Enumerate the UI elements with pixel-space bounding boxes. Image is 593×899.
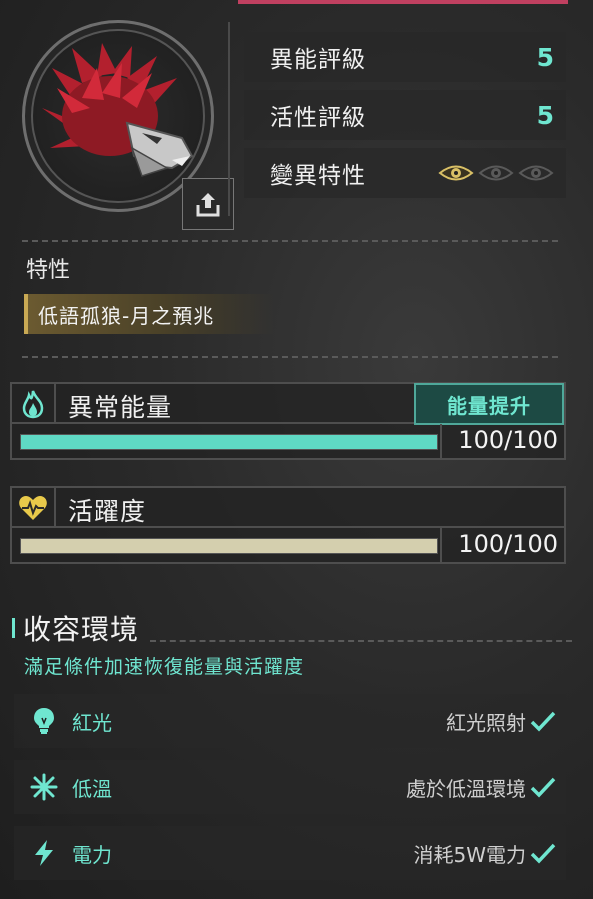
energy-panel: 異常能量 能量提升 100/100 [10, 382, 566, 460]
mutation-trait-label: 變異特性 [270, 163, 366, 189]
ability-rating-value: 5 [536, 42, 554, 72]
env-status: 紅光照射 [446, 710, 526, 735]
vitality-header: 活躍度 [12, 488, 564, 528]
check-icon [530, 777, 556, 798]
vitality-title: 活躍度 [68, 497, 147, 526]
energy-bar [20, 434, 438, 450]
env-row-red-light: 紅光 紅光照射 [14, 694, 566, 748]
env-status: 處於低溫環境 [406, 776, 526, 801]
creature-portrait [22, 20, 234, 230]
vitality-bar [20, 538, 438, 554]
divider [22, 356, 558, 358]
eye-icon-inactive [518, 165, 554, 181]
activity-rating-value: 5 [536, 100, 554, 130]
energy-value: 100/100 [458, 426, 558, 454]
divider [150, 640, 572, 642]
top-accent-bar [238, 0, 568, 4]
divider [22, 240, 558, 242]
share-button[interactable] [182, 178, 234, 230]
env-name: 電力 [72, 842, 112, 867]
environment-heading: 收容環境 [12, 608, 139, 648]
energy-boost-button[interactable]: 能量提升 [414, 383, 564, 425]
mutation-eyes [438, 162, 554, 184]
eye-icon-active [438, 165, 474, 181]
trait-tag[interactable]: 低語孤狼-月之預兆 [24, 294, 274, 334]
energy-bar-fill [21, 435, 437, 449]
eye-icon-inactive [478, 165, 514, 181]
heading-marker [12, 618, 15, 638]
heartbeat-icon [12, 488, 56, 528]
trait-heading: 特性 [26, 258, 71, 283]
check-icon [530, 711, 556, 732]
share-icon [196, 193, 220, 217]
energy-header: 異常能量 能量提升 [12, 383, 564, 425]
env-row-power: 電力 消耗5W電力 [14, 826, 566, 880]
creature-image [42, 43, 194, 177]
environment-title: 收容環境 [23, 613, 140, 646]
environment-subtitle: 滿足條件加速恢復能量與活躍度 [24, 656, 305, 678]
vitality-panel: 活躍度 100/100 [10, 486, 566, 564]
vertical-separator [228, 22, 230, 216]
flame-icon [12, 384, 56, 424]
env-name: 低溫 [72, 776, 112, 801]
env-name: 紅光 [72, 710, 112, 735]
divider [440, 424, 442, 460]
ability-rating-label: 異能評級 [270, 47, 366, 73]
activity-rating-label: 活性評級 [270, 105, 366, 131]
divider [440, 528, 442, 564]
ability-rating-row: 異能評級 5 [244, 32, 566, 82]
env-status: 消耗5W電力 [413, 842, 527, 867]
energy-title: 異常能量 [68, 393, 173, 422]
lightbulb-icon [24, 707, 64, 735]
env-row-low-temp: 低溫 處於低溫環境 [14, 760, 566, 814]
activity-rating-row: 活性評級 5 [244, 90, 566, 140]
mutation-trait-row[interactable]: 變異特性 [244, 148, 566, 198]
vitality-bar-fill [21, 539, 437, 553]
vitality-value: 100/100 [458, 530, 558, 558]
check-icon [530, 843, 556, 864]
snowflake-icon [24, 773, 64, 801]
lightning-icon [24, 839, 64, 867]
